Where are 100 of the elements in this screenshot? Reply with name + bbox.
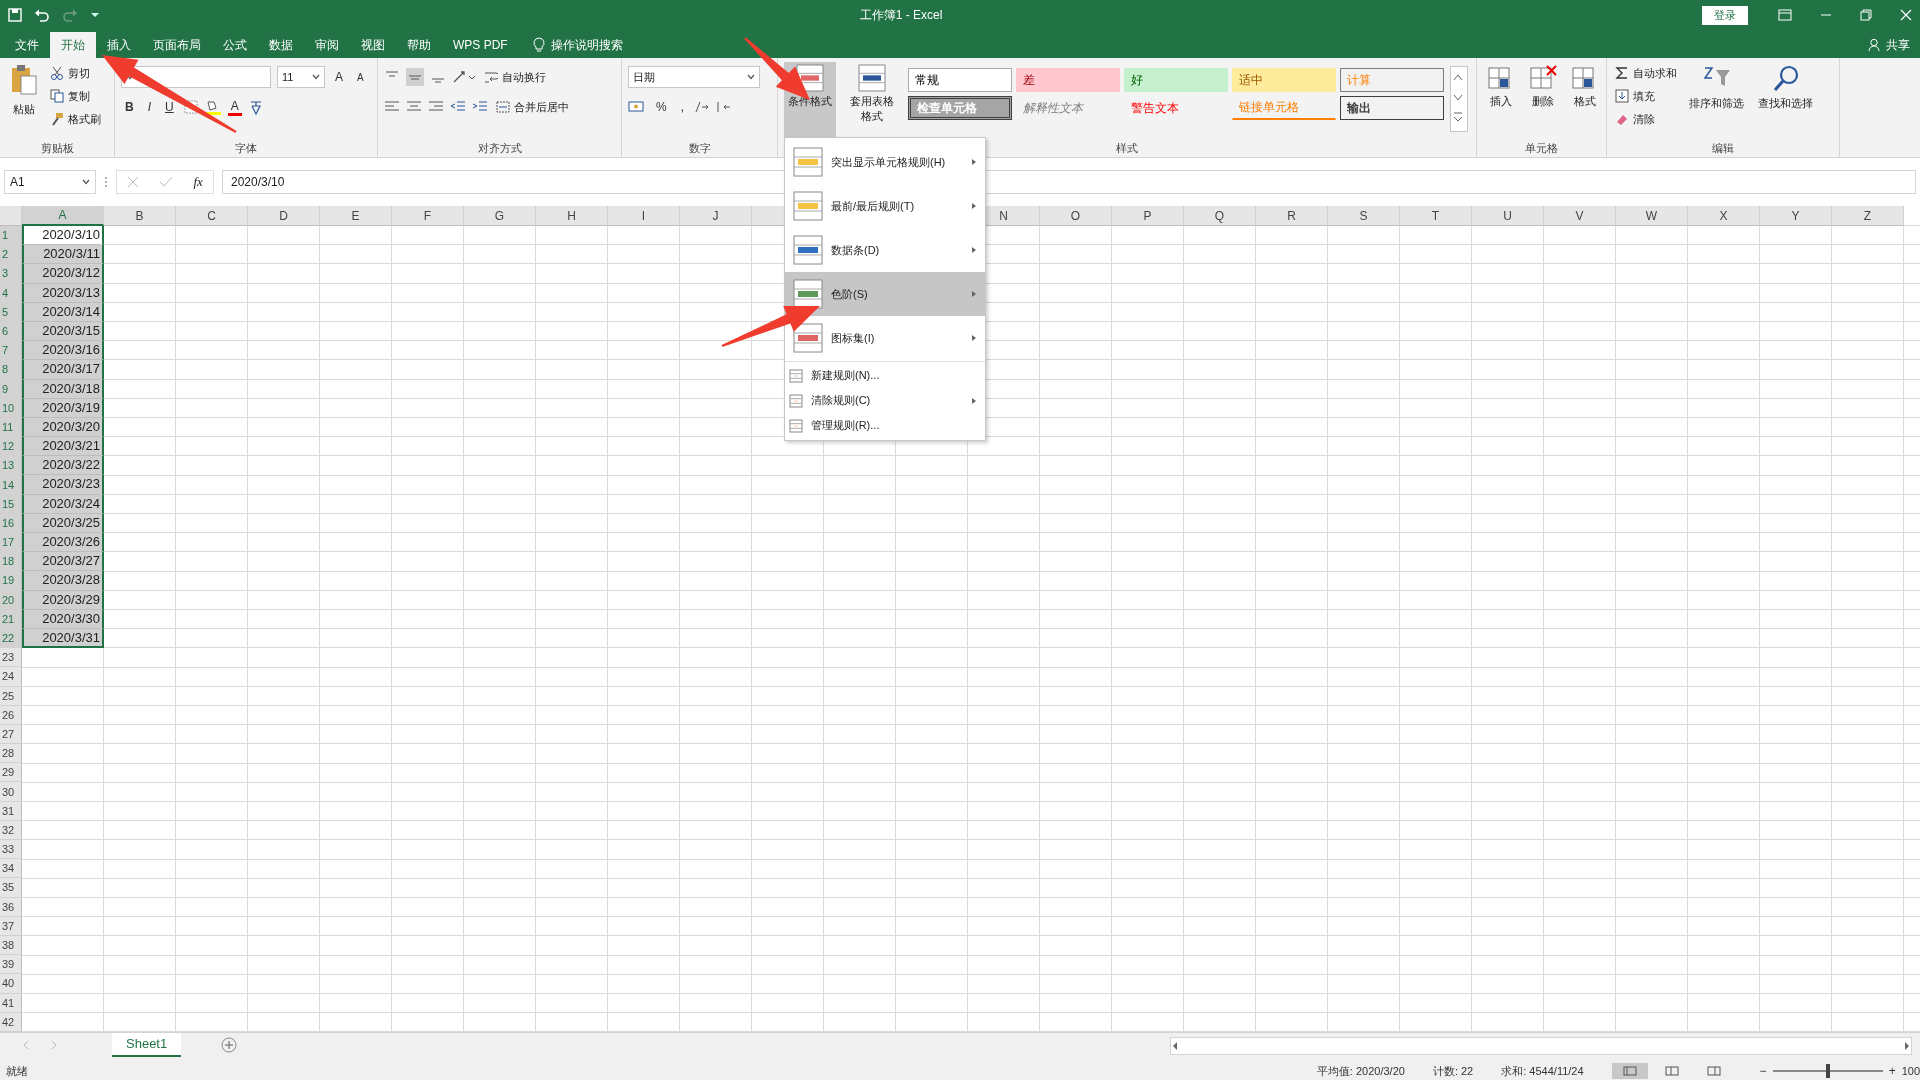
row-header[interactable]: 4 <box>0 283 22 303</box>
row-header[interactable]: 20 <box>0 590 22 610</box>
grow-font-button[interactable]: A <box>331 70 347 84</box>
menu-item[interactable]: 管理规则(R)... <box>785 413 985 438</box>
row-header[interactable]: 24 <box>0 667 22 687</box>
percent-button[interactable]: % <box>652 100 671 114</box>
ribbon-tab[interactable]: 审阅 <box>304 32 350 58</box>
column-header[interactable]: Q <box>1184 206 1256 226</box>
ribbon-tab[interactable]: 文件 <box>4 32 50 58</box>
customize-icon[interactable] <box>90 11 100 19</box>
scroll-left-icon[interactable] <box>1171 1040 1179 1051</box>
column-header[interactable]: R <box>1256 206 1328 226</box>
row-header[interactable]: 19 <box>0 571 22 591</box>
column-header[interactable]: Y <box>1760 206 1832 226</box>
row-header[interactable]: 6 <box>0 321 22 342</box>
ribbon-tab[interactable]: 数据 <box>258 32 304 58</box>
column-header[interactable]: P <box>1112 206 1184 226</box>
align-middle-icon[interactable] <box>406 68 424 86</box>
cell-style-option[interactable]: 警告文本 <box>1124 96 1228 120</box>
row-header[interactable]: 15 <box>0 494 22 514</box>
italic-button[interactable]: I <box>143 100 155 114</box>
column-header[interactable]: A <box>22 206 104 226</box>
menu-item[interactable]: 清除规则(C) <box>785 388 985 413</box>
accounting-icon[interactable] <box>628 100 646 114</box>
row-header[interactable]: 1 <box>0 226 22 246</box>
row-header[interactable]: 3 <box>0 264 22 284</box>
row-header[interactable]: 25 <box>0 686 22 706</box>
row-header[interactable]: 23 <box>0 648 22 668</box>
restore-icon[interactable] <box>1860 9 1872 21</box>
cell-style-option[interactable]: 好 <box>1124 68 1228 92</box>
row-header[interactable]: 18 <box>0 552 22 572</box>
row-header[interactable]: 27 <box>0 724 22 745</box>
column-header[interactable]: C <box>176 206 248 226</box>
row-header[interactable]: 2 <box>0 245 22 265</box>
row-header[interactable]: 8 <box>0 360 22 380</box>
row-header[interactable]: 17 <box>0 533 22 553</box>
row-header[interactable]: 9 <box>0 379 22 399</box>
horizontal-scrollbar[interactable] <box>1170 1036 1912 1055</box>
ribbon-tab[interactable]: 页面布局 <box>142 32 212 58</box>
comma-button[interactable]: , <box>676 100 688 114</box>
row-header[interactable]: 7 <box>0 341 22 361</box>
cell-style-option[interactable]: 适中 <box>1232 68 1336 92</box>
row-header[interactable]: 36 <box>0 897 22 917</box>
ribbon-tab[interactable]: 帮助 <box>396 32 442 58</box>
column-header[interactable]: X <box>1688 206 1760 226</box>
row-header[interactable]: 39 <box>0 955 22 975</box>
autosum-button[interactable]: 自动求和 <box>1613 62 1679 84</box>
increase-decimal-icon[interactable] <box>694 100 710 114</box>
row-header[interactable]: 34 <box>0 859 22 879</box>
cell-style-option[interactable]: 输出 <box>1340 96 1444 120</box>
zoom-out-button[interactable]: − <box>1759 1064 1767 1079</box>
bold-button[interactable]: B <box>121 100 138 114</box>
decrease-decimal-icon[interactable] <box>716 100 732 114</box>
ribbon-tab[interactable]: 视图 <box>350 32 396 58</box>
column-header[interactable]: U <box>1472 206 1544 226</box>
cells-button[interactable]: 格式 <box>1567 62 1603 139</box>
fill-color-icon[interactable] <box>203 99 222 115</box>
orientation-icon[interactable] <box>452 69 476 85</box>
name-box[interactable]: A1 <box>4 170 96 194</box>
row-header[interactable]: 37 <box>0 916 22 936</box>
row-header[interactable]: 42 <box>0 1012 22 1032</box>
column-header[interactable]: Z <box>1832 206 1904 226</box>
row-header[interactable]: 38 <box>0 935 22 956</box>
ribbon-display-icon[interactable] <box>1778 9 1792 21</box>
font-color-button[interactable]: A <box>227 98 242 116</box>
share-button[interactable]: 共享 <box>1886 36 1910 54</box>
row-header[interactable]: 16 <box>0 513 22 533</box>
ribbon-tab[interactable]: 插入 <box>96 32 142 58</box>
zoom-in-button[interactable]: + <box>1888 1064 1896 1079</box>
cells-button[interactable]: 删除 <box>1525 62 1561 139</box>
increase-indent-icon[interactable] <box>472 100 488 114</box>
ribbon-tab[interactable]: 开始 <box>50 32 96 58</box>
row-header[interactable]: 32 <box>0 820 22 840</box>
next-sheet-icon[interactable] <box>50 1039 58 1050</box>
sheet-tab[interactable]: Sheet1 <box>112 1032 182 1057</box>
row-header[interactable]: 14 <box>0 475 22 495</box>
merge-center-button[interactable]: 合并后居中 <box>494 96 571 118</box>
cut-button[interactable]: 剪切 <box>48 62 103 84</box>
format-painter-button[interactable]: 格式刷 <box>48 108 103 130</box>
row-header[interactable]: 11 <box>0 417 22 438</box>
sort-filter-button[interactable]: 排序和筛选 <box>1685 62 1748 139</box>
copy-button[interactable]: 复制 <box>48 85 103 107</box>
redo-icon[interactable] <box>62 8 78 22</box>
tell-me-search[interactable]: 操作说明搜索 <box>550 36 623 54</box>
shrink-font-button[interactable]: A <box>353 71 368 83</box>
zoom-thumb[interactable] <box>1825 1064 1830 1079</box>
row-header[interactable]: 5 <box>0 302 22 322</box>
cell-style-option[interactable]: 常规 <box>908 68 1012 92</box>
font-size-field[interactable]: 11 <box>277 66 325 88</box>
column-header[interactable]: S <box>1328 206 1400 226</box>
wrap-text-button[interactable]: 自动换行 <box>482 66 548 88</box>
row-header[interactable]: 28 <box>0 744 22 764</box>
insert-function-button[interactable]: fx <box>193 174 203 190</box>
align-center-icon[interactable] <box>406 100 422 114</box>
previous-sheet-icon[interactable] <box>22 1039 30 1050</box>
row-header[interactable]: 26 <box>0 705 22 725</box>
scroll-right-icon[interactable] <box>1903 1040 1911 1051</box>
paste-button[interactable]: 粘贴 <box>6 62 42 139</box>
ribbon-tab[interactable]: WPS PDF <box>442 32 519 58</box>
row-header[interactable]: 31 <box>0 801 22 821</box>
